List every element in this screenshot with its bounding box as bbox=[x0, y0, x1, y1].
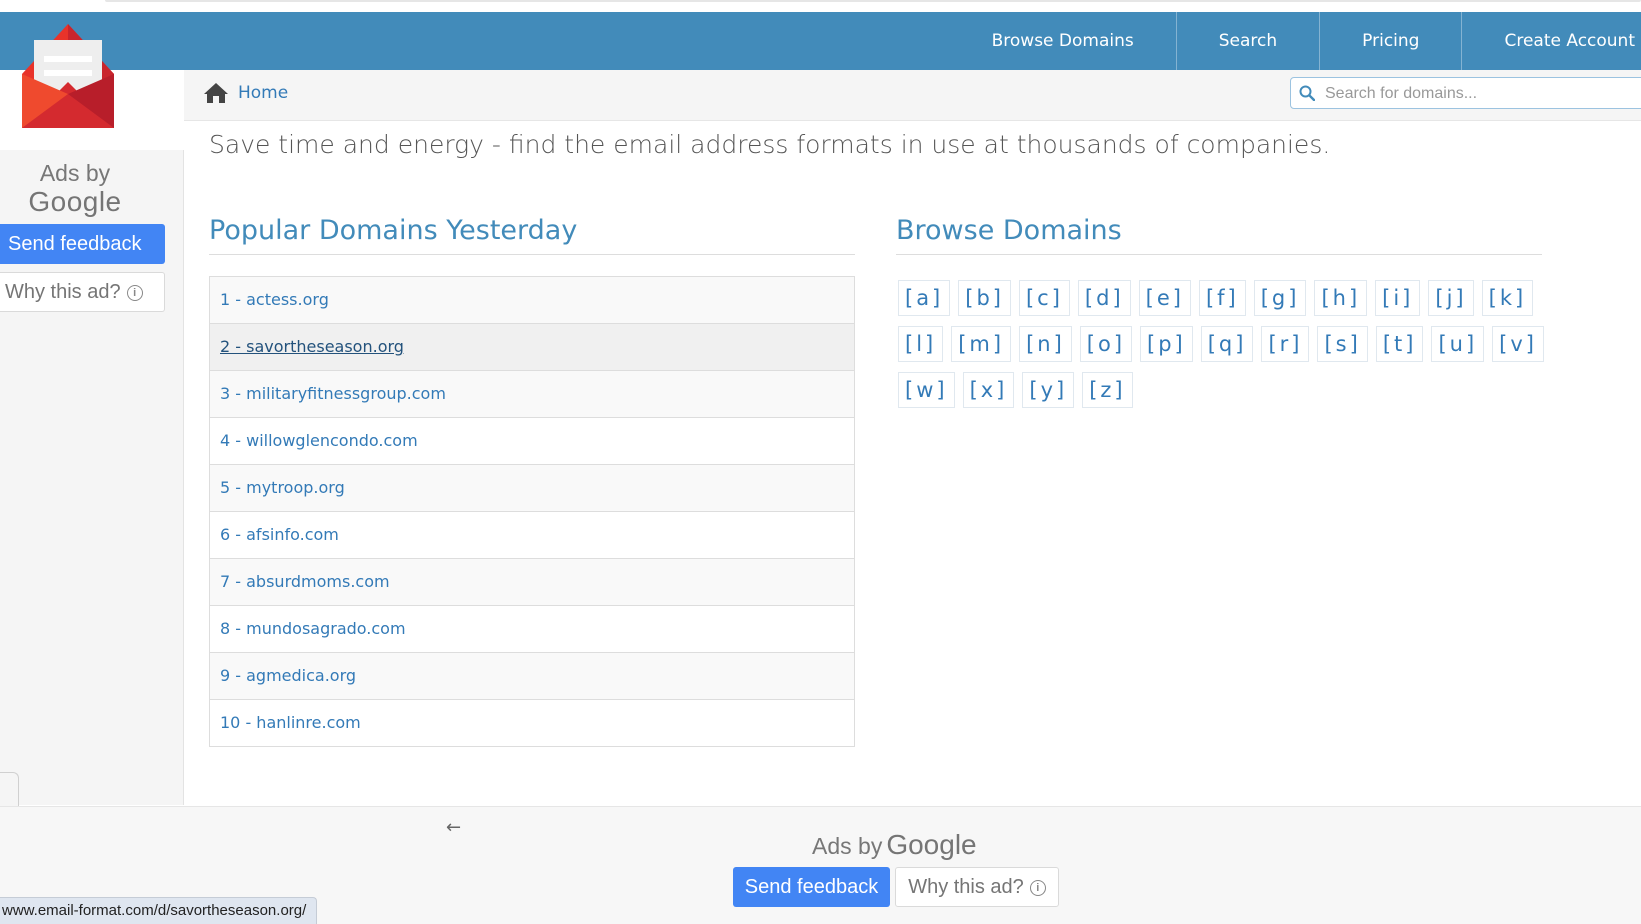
domain-link[interactable]: 10 - hanlinre.com bbox=[210, 699, 854, 746]
letter-link-m[interactable]: [m] bbox=[951, 326, 1012, 362]
browser-top-strip bbox=[0, 0, 1641, 12]
letter-link-p[interactable]: [p] bbox=[1140, 326, 1193, 362]
nav-menu: Browse Domains Search Pricing Create Acc… bbox=[950, 12, 1641, 70]
domain-link[interactable]: 5 - mytroop.org bbox=[210, 464, 854, 511]
sidebar-tab-handle[interactable] bbox=[0, 772, 19, 807]
nav-browse-domains[interactable]: Browse Domains bbox=[950, 12, 1176, 70]
letter-link-x[interactable]: [x] bbox=[962, 372, 1015, 408]
letter-link-t[interactable]: [t] bbox=[1375, 326, 1424, 362]
letter-link-u[interactable]: [u] bbox=[1431, 326, 1485, 362]
status-bar-url: www.email-format.com/d/savortheseason.or… bbox=[0, 897, 318, 924]
domain-link[interactable]: 8 - mundosagrado.com bbox=[210, 605, 854, 652]
envelope-logo-icon[interactable] bbox=[22, 24, 114, 128]
letter-link-s[interactable]: [s] bbox=[1317, 326, 1368, 362]
nav-search[interactable]: Search bbox=[1175, 12, 1319, 70]
nav-create-account[interactable]: Create Account bbox=[1461, 12, 1641, 70]
letter-link-b[interactable]: [b] bbox=[958, 280, 1011, 316]
letter-link-e[interactable]: [e] bbox=[1138, 280, 1191, 316]
nav-pricing[interactable]: Pricing bbox=[1319, 12, 1461, 70]
domain-link[interactable]: 3 - militaryfitnessgroup.com bbox=[210, 370, 854, 417]
why-this-ad-label: Why this ad? bbox=[5, 281, 121, 303]
letter-link-h[interactable]: [h] bbox=[1314, 280, 1368, 316]
letter-link-l[interactable]: [l] bbox=[898, 326, 944, 362]
search-input[interactable] bbox=[1323, 80, 1627, 108]
domain-link[interactable]: 7 - absurdmoms.com bbox=[210, 558, 854, 605]
popular-domains-heading: Popular Domains Yesterday bbox=[209, 215, 578, 246]
ads-by-text: Ads by bbox=[812, 833, 883, 859]
alphabet-index: [a] [b] [c] [d] [e] [f] [g] [h] [i] [j] … bbox=[898, 280, 1558, 418]
letter-link-o[interactable]: [o] bbox=[1079, 326, 1133, 362]
popular-domains-list: 1 - actess.org 2 - savortheseason.org 3 … bbox=[209, 276, 855, 747]
why-this-ad-button[interactable]: Why this ad? i bbox=[895, 867, 1059, 907]
home-icon[interactable] bbox=[204, 82, 228, 104]
letter-link-d[interactable]: [d] bbox=[1077, 280, 1131, 316]
divider bbox=[896, 254, 1542, 255]
domain-search-box[interactable] bbox=[1290, 77, 1641, 109]
letter-link-y[interactable]: [y] bbox=[1022, 372, 1075, 408]
letter-link-k[interactable]: [k] bbox=[1481, 280, 1534, 316]
letter-link-j[interactable]: [j] bbox=[1428, 280, 1474, 316]
letter-link-f[interactable]: [f] bbox=[1198, 280, 1246, 316]
letter-link-z[interactable]: [z] bbox=[1082, 372, 1133, 408]
divider bbox=[209, 254, 855, 255]
letter-link-g[interactable]: [g] bbox=[1253, 280, 1307, 316]
letter-link-c[interactable]: [c] bbox=[1018, 280, 1070, 316]
send-feedback-button[interactable]: Send feedback bbox=[733, 867, 890, 907]
breadcrumb-home-link[interactable]: Home bbox=[238, 83, 288, 103]
top-navbar: Browse Domains Search Pricing Create Acc… bbox=[0, 12, 1641, 70]
letter-link-q[interactable]: [q] bbox=[1200, 326, 1254, 362]
ads-by-label: Ads by Google bbox=[812, 829, 977, 861]
domain-link[interactable]: 9 - agmedica.org bbox=[210, 652, 854, 699]
send-feedback-button[interactable]: Send feedback bbox=[0, 224, 165, 264]
google-logo-text: Google bbox=[28, 186, 122, 217]
why-this-ad-label: Why this ad? bbox=[908, 876, 1024, 898]
ads-by-label: Ads by bbox=[39, 160, 111, 186]
letter-link-r[interactable]: [r] bbox=[1261, 326, 1310, 362]
info-icon: i bbox=[1029, 880, 1046, 896]
browse-domains-heading: Browse Domains bbox=[896, 215, 1122, 246]
domain-link[interactable]: 2 - savortheseason.org bbox=[210, 323, 854, 370]
letter-link-n[interactable]: [n] bbox=[1019, 326, 1072, 362]
letter-link-i[interactable]: [i] bbox=[1375, 280, 1421, 316]
page-tagline: Save time and energy - find the email ad… bbox=[209, 130, 1331, 159]
info-icon: i bbox=[126, 285, 143, 301]
letter-link-a[interactable]: [a] bbox=[898, 280, 951, 316]
letter-link-w[interactable]: [w] bbox=[898, 372, 955, 408]
domain-link[interactable]: 1 - actess.org bbox=[210, 277, 854, 323]
search-icon bbox=[1299, 85, 1315, 101]
google-logo-text: Google bbox=[886, 829, 977, 860]
back-arrow-icon[interactable]: ← bbox=[446, 817, 461, 838]
domain-link[interactable]: 6 - afsinfo.com bbox=[210, 511, 854, 558]
why-this-ad-button[interactable]: Why this ad? i bbox=[0, 272, 165, 312]
domain-link[interactable]: 4 - willowglencondo.com bbox=[210, 417, 854, 464]
letter-link-v[interactable]: [v] bbox=[1492, 326, 1544, 362]
